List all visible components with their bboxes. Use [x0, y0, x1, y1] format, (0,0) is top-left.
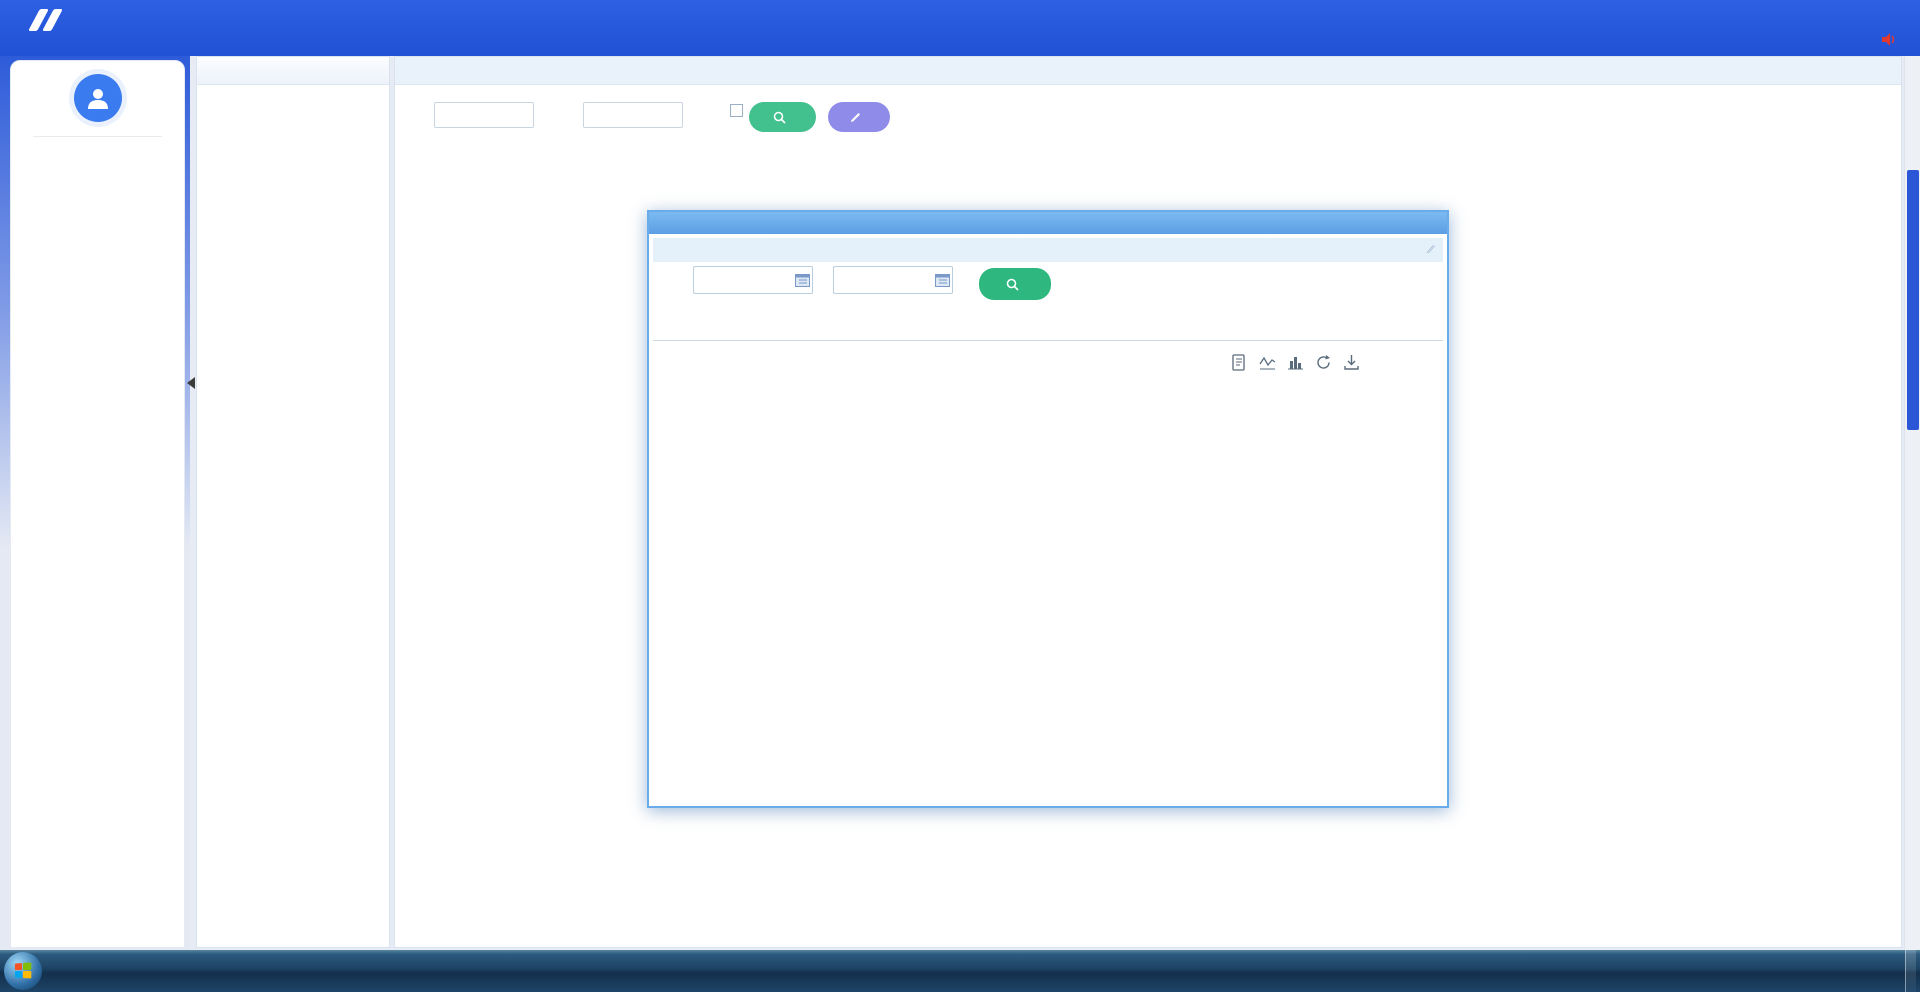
screen: ⁄⁄: [0, 0, 1920, 992]
scrollbar-thumb[interactable]: [1907, 170, 1919, 430]
dialog-titlebar[interactable]: [649, 212, 1447, 234]
supply-chart: [653, 341, 1447, 676]
resize-icon[interactable]: ⁄⁄: [1429, 244, 1433, 256]
sidebar-card: [10, 60, 185, 948]
community-input[interactable]: [583, 102, 683, 128]
tree-panel-header: [197, 57, 389, 85]
query-panel-title: [395, 57, 1901, 85]
bar-chart-icon[interactable]: [1287, 354, 1304, 371]
dialog-query-bar: ⁄⁄: [653, 238, 1443, 262]
chart-toolbox: [1231, 354, 1360, 371]
analyze-button[interactable]: [979, 268, 1051, 300]
region-tree: [197, 85, 389, 99]
page-scrollbar[interactable]: [1904, 56, 1920, 950]
header-date-row: [1863, 33, 1902, 49]
show-desktop-button[interactable]: [1905, 950, 1916, 992]
windows-taskbar: [0, 950, 1920, 992]
calendar-icon[interactable]: [795, 273, 810, 287]
system-tray: [1873, 950, 1920, 992]
app-header: [0, 0, 1920, 56]
supply-chart-svg: [653, 341, 1447, 676]
date-input[interactable]: [434, 102, 534, 128]
line-chart-icon[interactable]: [1259, 354, 1276, 371]
region-tree-panel: [196, 56, 390, 948]
avatar: [69, 69, 127, 127]
export-button[interactable]: [828, 102, 890, 132]
calendar-icon[interactable]: [935, 273, 950, 287]
alarm-partition-checkbox[interactable]: [730, 104, 743, 117]
panel-collapse-handle[interactable]: [187, 377, 195, 389]
windows-logo-icon: [15, 962, 33, 979]
user-icon: [74, 74, 122, 122]
search-button[interactable]: [749, 102, 816, 132]
voice-alarm-icon[interactable]: [1882, 33, 1897, 49]
divider: [33, 136, 162, 137]
refresh-icon[interactable]: [1315, 354, 1332, 371]
partition-supply-dialog: ⁄⁄: [647, 210, 1449, 808]
data-view-icon[interactable]: [1231, 354, 1248, 371]
start-button[interactable]: [4, 952, 42, 990]
download-icon[interactable]: [1343, 354, 1360, 371]
app-logo-icon: [26, 7, 72, 33]
sidebar: [0, 56, 190, 950]
